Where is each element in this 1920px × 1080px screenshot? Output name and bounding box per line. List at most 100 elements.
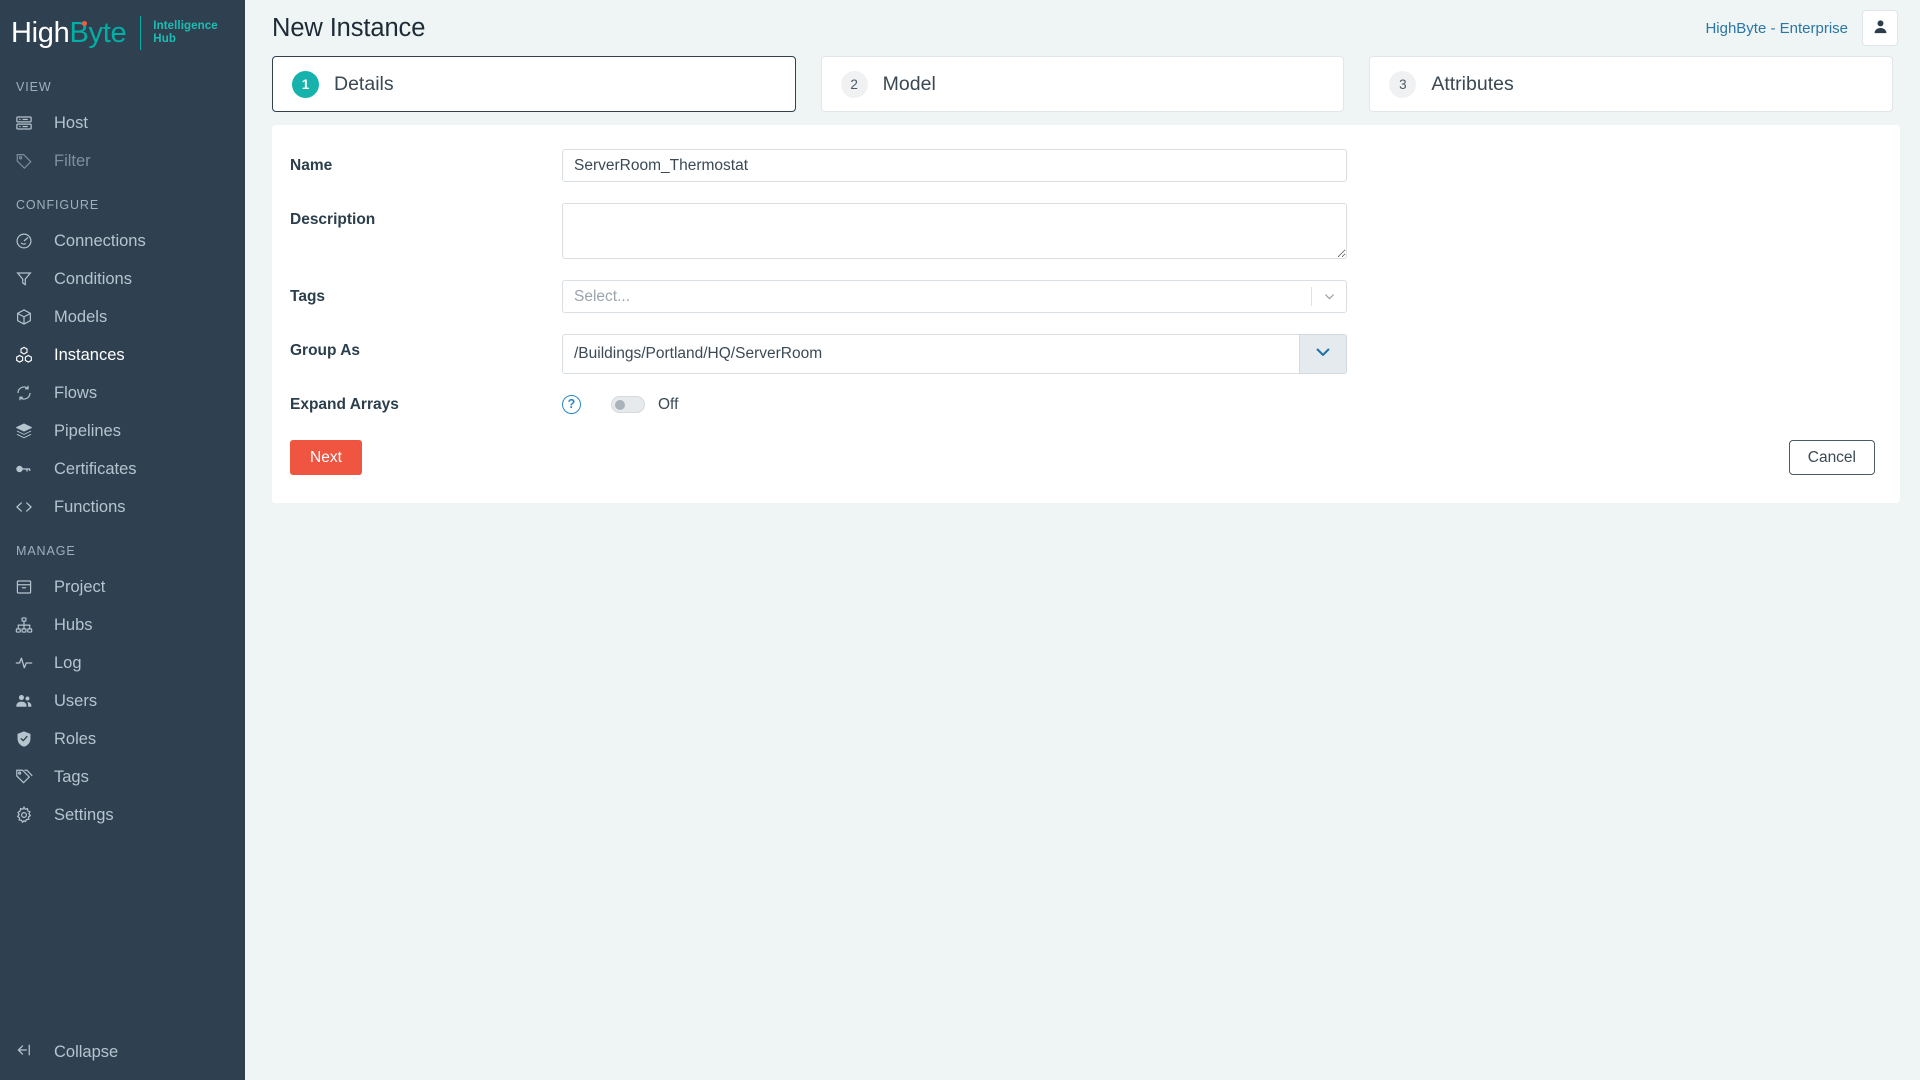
- sidebar-item-pipelines[interactable]: Pipelines: [0, 412, 245, 450]
- sidebar: HighByte Intelligence Hub VIEW Host Filt…: [0, 0, 245, 1080]
- sidebar-item-label: Instances: [54, 345, 125, 364]
- sidebar-item-settings[interactable]: Settings: [0, 796, 245, 834]
- sidebar-item-label: Filter: [54, 151, 91, 170]
- collapse-left-icon: [15, 1041, 41, 1064]
- sidebar-item-label: Users: [54, 691, 98, 710]
- sidebar-section-configure: CONFIGURE: [16, 198, 100, 212]
- step-number: 1: [292, 70, 319, 98]
- sidebar-item-project[interactable]: Project: [0, 568, 245, 606]
- sidebar-section-view: VIEW: [16, 80, 52, 94]
- sidebar-collapse-label: Collapse: [54, 1042, 119, 1061]
- sidebar-item-tags[interactable]: Tags: [0, 758, 245, 796]
- tags-label: Tags: [290, 288, 326, 305]
- sidebar-item-filter[interactable]: Filter: [0, 142, 245, 180]
- group-as-field-wrap: [562, 334, 1347, 374]
- box-icon: [15, 308, 41, 326]
- sidebar-collapse-button[interactable]: Collapse: [0, 1024, 245, 1080]
- group-as-browse-button[interactable]: [1299, 334, 1347, 374]
- wizard-step-model[interactable]: 2 Model: [820, 56, 1345, 112]
- key-icon: [15, 460, 41, 478]
- details-form-card: Name Description Tags Select...: [272, 125, 1900, 503]
- sidebar-item-label: Tags: [54, 767, 89, 786]
- wizard-step-details[interactable]: 1 Details: [272, 56, 796, 112]
- shield-check-icon: [15, 730, 41, 748]
- form-row-group-as: Group As: [272, 334, 1900, 374]
- tenant-label: HighByte - Enterprise: [1705, 19, 1848, 37]
- brand-subtitle-line2: Hub: [153, 33, 176, 45]
- brand-wordmark: HighByte: [11, 16, 127, 49]
- tags-icon: [15, 768, 41, 786]
- content-area: 1 Details 2 Model 3 Attributes Name Serv…: [245, 56, 1920, 503]
- expand-arrays-label: Expand Arrays: [290, 395, 399, 413]
- main-area: New Instance HighByte - Enterprise 1 Det…: [245, 0, 1920, 1080]
- expand-arrays-toggle[interactable]: [611, 396, 645, 413]
- step-label: Details: [334, 72, 394, 95]
- code-icon: [15, 498, 41, 516]
- brand-name-second: Byte: [69, 16, 127, 49]
- sidebar-item-conditions[interactable]: Conditions: [0, 260, 245, 298]
- step-number: 3: [1389, 70, 1417, 98]
- cancel-button[interactable]: Cancel: [1788, 440, 1875, 475]
- sidebar-item-users[interactable]: Users: [0, 682, 245, 720]
- chevron-down-icon[interactable]: [1312, 289, 1346, 304]
- group-as-input[interactable]: [562, 334, 1299, 374]
- sidebar-item-label: Functions: [54, 497, 126, 516]
- sidebar-item-label: Flows: [54, 383, 98, 402]
- refresh-icon: [15, 384, 41, 402]
- sidebar-item-label: Conditions: [54, 269, 132, 288]
- sidebar-item-functions[interactable]: Functions: [0, 488, 245, 526]
- funnel-icon: [15, 270, 41, 288]
- form-row-tags: Tags Select...: [272, 280, 1900, 313]
- description-field-wrap: [562, 203, 1347, 259]
- name-input[interactable]: [562, 149, 1347, 182]
- brand-name-first: High: [11, 16, 70, 49]
- wizard-steps: 1 Details 2 Model 3 Attributes: [272, 56, 1894, 112]
- sidebar-item-models[interactable]: Models: [0, 298, 245, 336]
- archive-icon: [15, 578, 41, 596]
- plug-icon: [15, 232, 41, 250]
- sitemap-icon: [15, 616, 41, 634]
- sidebar-item-flows[interactable]: Flows: [0, 374, 245, 412]
- sidebar-item-connections[interactable]: Connections: [0, 222, 245, 260]
- step-label: Model: [882, 72, 936, 95]
- sidebar-item-roles[interactable]: Roles: [0, 720, 245, 758]
- users-icon: [15, 692, 41, 710]
- page-title: New Instance: [272, 13, 426, 42]
- sidebar-item-label: Project: [54, 577, 106, 596]
- expand-arrays-state-label: Off: [658, 395, 679, 413]
- brand-logo[interactable]: HighByte Intelligence Hub: [0, 0, 245, 66]
- sidebar-item-log[interactable]: Log: [0, 644, 245, 682]
- tags-select[interactable]: Select...: [562, 280, 1347, 313]
- cubes-icon: [15, 346, 41, 364]
- sidebar-section-manage: MANAGE: [16, 544, 76, 558]
- topbar: New Instance HighByte - Enterprise: [245, 0, 1920, 56]
- sidebar-item-host[interactable]: Host: [0, 104, 245, 142]
- name-label: Name: [290, 157, 333, 174]
- question-circle-icon[interactable]: ?: [562, 395, 581, 414]
- pulse-icon: [15, 654, 41, 672]
- user-icon: [1872, 18, 1889, 38]
- gear-icon: [15, 806, 41, 824]
- wizard-step-attributes[interactable]: 3 Attributes: [1369, 56, 1894, 112]
- group-as-input-group: [562, 334, 1347, 374]
- next-button[interactable]: Next: [290, 440, 362, 475]
- form-row-expand-arrays: Expand Arrays ? Off: [272, 395, 1900, 414]
- description-textarea[interactable]: [562, 203, 1347, 259]
- layers-icon: [15, 422, 41, 440]
- app-root: HighByte Intelligence Hub VIEW Host Filt…: [0, 0, 1920, 1080]
- group-as-label: Group As: [290, 342, 361, 359]
- chevron-down-icon: [1313, 342, 1333, 367]
- topbar-right: HighByte - Enterprise: [1705, 10, 1898, 46]
- sidebar-item-hubs[interactable]: Hubs: [0, 606, 245, 644]
- form-button-row: Next Cancel: [272, 440, 1900, 475]
- sidebar-item-instances[interactable]: Instances: [0, 336, 245, 374]
- sidebar-item-label: Certificates: [54, 459, 137, 478]
- tags-placeholder: Select...: [574, 287, 630, 305]
- server-icon: [15, 114, 41, 132]
- sidebar-item-certificates[interactable]: Certificates: [0, 450, 245, 488]
- name-field-wrap: [562, 149, 1347, 182]
- step-label: Attributes: [1431, 72, 1514, 95]
- sidebar-item-label: Models: [54, 307, 108, 326]
- user-menu-button[interactable]: [1862, 10, 1898, 46]
- sidebar-item-label: Host: [54, 113, 88, 132]
